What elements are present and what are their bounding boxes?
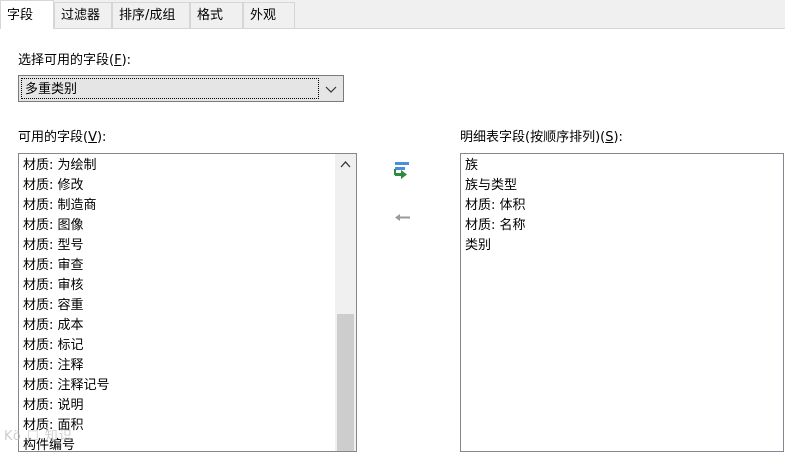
list-item[interactable]: 材质: 图像 [23, 216, 332, 236]
list-item[interactable]: 材质: 修改 [23, 176, 332, 196]
category-dropdown[interactable]: 多重类别 [18, 75, 344, 102]
schedule-fields-label: 明细表字段(按顺序排列)(S): [460, 126, 623, 145]
add-parameter-icon [394, 162, 409, 179]
list-item[interactable]: 族与类型 [465, 176, 779, 196]
available-fields-text: 可用的字段( [18, 130, 89, 145]
tab-filter[interactable]: 过滤器 [54, 2, 112, 28]
tab-filter-label: 过滤器 [61, 8, 101, 23]
available-fields-items: 材质: 为绘制 材质: 修改 材质: 制造商 材质: 图像 材质: 型号 材质:… [23, 156, 332, 451]
list-item[interactable]: 材质: 容重 [23, 296, 332, 316]
list-item[interactable]: 材质: 制造商 [23, 196, 332, 216]
chevron-up-icon[interactable] [335, 154, 356, 175]
schedule-properties-dialog: 字段 过滤器 排序/成组 格式 外观 选择可用的字段(F): 多重类别 可用的字… [0, 0, 785, 452]
select-fields-from-label: 选择可用的字段(F): [18, 49, 131, 68]
tab-fields-label: 字段 [7, 8, 34, 23]
select-fields-from-text: 选择可用的字段( [18, 53, 115, 68]
schedule-fields-items: 族 族与类型 材质: 体积 材质: 名称 类别 [465, 156, 779, 256]
list-item[interactable]: 材质: 型号 [23, 236, 332, 256]
scrollbar-thumb[interactable] [337, 314, 354, 451]
available-fields-scrollbar[interactable] [335, 154, 356, 451]
list-item[interactable]: 材质: 体积 [465, 196, 779, 216]
chevron-down-icon[interactable] [323, 81, 339, 97]
schedule-fields-list[interactable]: 族 族与类型 材质: 体积 材质: 名称 类别 [460, 153, 784, 452]
add-parameter-button[interactable] [390, 158, 414, 182]
category-dropdown-value: 多重类别 [21, 78, 319, 99]
available-fields-list[interactable]: 材质: 为绘制 材质: 修改 材质: 制造商 材质: 图像 材质: 型号 材质:… [18, 153, 357, 452]
tab-sorting-grouping-label: 排序/成组 [119, 8, 176, 23]
list-item[interactable]: 材质: 为绘制 [23, 156, 332, 176]
remove-parameter-button[interactable] [390, 206, 414, 230]
select-fields-from-suffix: ): [121, 53, 132, 68]
watermark: Kö ☐ 知识 [4, 429, 73, 444]
remove-parameter-icon [395, 214, 410, 221]
available-fields-accel: V [88, 130, 97, 145]
select-fields-from-accel: F [114, 53, 122, 68]
list-item[interactable]: 材质: 审查 [23, 256, 332, 276]
list-item[interactable]: 材质: 注释 [23, 356, 332, 376]
list-item[interactable]: 材质: 审核 [23, 276, 332, 296]
tab-appearance-label: 外观 [250, 8, 277, 23]
available-fields-label: 可用的字段(V): [18, 126, 106, 145]
list-item[interactable]: 材质: 注释记号 [23, 376, 332, 396]
list-item[interactable]: 材质: 说明 [23, 396, 332, 416]
list-item[interactable]: 材质: 标记 [23, 336, 332, 356]
tab-formatting-label: 格式 [197, 8, 224, 23]
tab-fields[interactable]: 字段 [0, 0, 54, 29]
list-item[interactable]: 材质: 成本 [23, 316, 332, 336]
tab-sorting-grouping[interactable]: 排序/成组 [112, 2, 190, 28]
available-fields-suffix: ): [96, 130, 107, 145]
schedule-fields-suffix: ): [613, 130, 623, 145]
tab-appearance[interactable]: 外观 [243, 2, 295, 28]
list-item[interactable]: 族 [465, 156, 779, 176]
schedule-fields-text: 明细表字段(按顺序排列)( [460, 130, 606, 145]
list-item[interactable]: 材质: 名称 [465, 216, 779, 236]
tab-formatting[interactable]: 格式 [190, 2, 243, 28]
list-item[interactable]: 类别 [465, 236, 779, 256]
tab-bar: 字段 过滤器 排序/成组 格式 外观 [0, 0, 785, 29]
